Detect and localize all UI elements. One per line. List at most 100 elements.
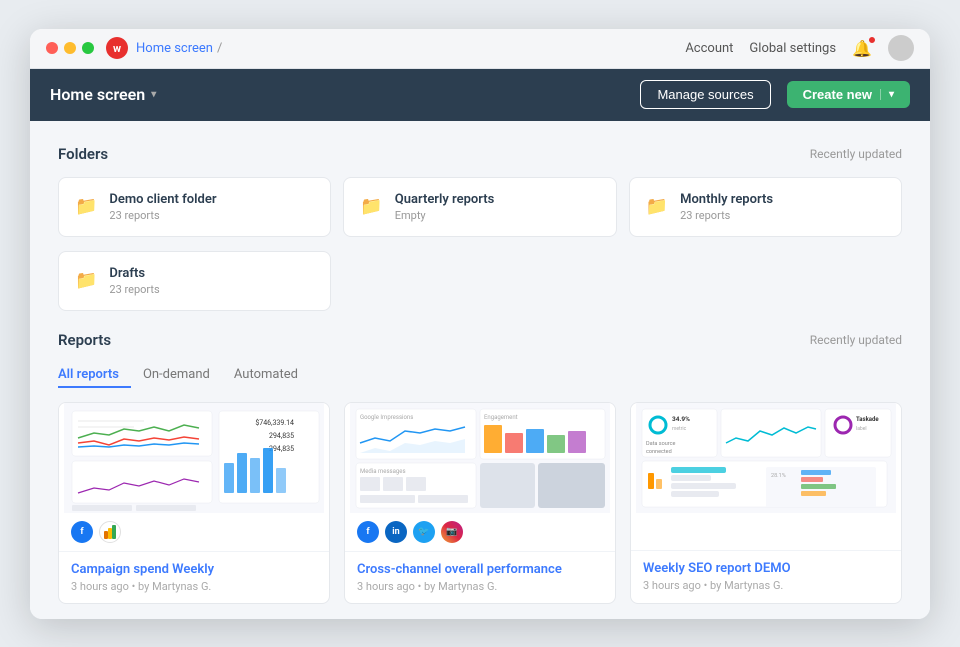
avatar[interactable] — [888, 35, 914, 61]
report-thumbnail-2: Google Impressions Engagement — [345, 403, 615, 513]
report-channel-icons-1: f — [59, 513, 329, 552]
account-link[interactable]: Account — [685, 41, 733, 56]
svg-text:294,835: 294,835 — [269, 432, 294, 440]
folder-name: Quarterly reports — [395, 192, 495, 207]
svg-text:label: label — [856, 426, 867, 432]
app-window: w Home screen / Account Global settings … — [30, 29, 930, 619]
folder-count: 23 reports — [109, 209, 216, 222]
folder-count: 23 reports — [680, 209, 773, 222]
breadcrumb-separator: / — [217, 41, 222, 56]
reports-grid: $746,339.14 294,835 294,835 — [58, 402, 902, 604]
app-header: Home screen ▾ Manage sources Create new … — [30, 69, 930, 121]
nav-right: Account Global settings 🔔 — [685, 35, 914, 61]
svg-text:Engagement: Engagement — [484, 414, 518, 421]
report-campaign-spend[interactable]: $746,339.14 294,835 294,835 — [58, 402, 330, 604]
minimize-button[interactable] — [64, 42, 76, 54]
notifications-icon[interactable]: 🔔 — [852, 39, 872, 58]
folder-monthly-reports[interactable]: 📁 Monthly reports 23 reports — [629, 177, 902, 237]
report-cross-channel[interactable]: Google Impressions Engagement — [344, 402, 616, 604]
instagram-icon: 📷 — [441, 521, 463, 543]
report-meta-1: 3 hours ago • by Martynas G. — [71, 580, 317, 593]
folders-recently-updated: Recently updated — [810, 147, 902, 161]
facebook-icon: f — [71, 521, 93, 543]
svg-text:28.1%: 28.1% — [771, 473, 786, 479]
folder-info: Quarterly reports Empty — [395, 192, 495, 222]
tab-all-reports[interactable]: All reports — [58, 363, 131, 388]
twitter-icon: 🐦 — [413, 521, 435, 543]
empty-slot-2 — [629, 251, 902, 311]
svg-text:Taskade: Taskade — [856, 416, 879, 423]
linkedin-icon: in — [385, 521, 407, 543]
report-thumbnail-1: $746,339.14 294,835 294,835 — [59, 403, 329, 513]
svg-text:Data source: Data source — [646, 441, 675, 447]
report-channel-icons-2: f in 🐦 📷 — [345, 513, 615, 552]
report-info-3: Weekly SEO report DEMO 3 hours ago • by … — [631, 551, 901, 602]
report-title-1: Campaign spend Weekly — [71, 562, 317, 577]
manage-sources-button[interactable]: Manage sources — [640, 80, 770, 109]
folder-icon: 📁 — [646, 196, 668, 217]
folders-title: Folders — [58, 145, 108, 163]
breadcrumb-home[interactable]: Home screen — [136, 41, 213, 56]
report-meta-3: 3 hours ago • by Martynas G. — [643, 579, 889, 592]
address-bar: w Home screen / — [106, 37, 673, 59]
svg-text:$746,339.14: $746,339.14 — [255, 419, 294, 427]
folder-info: Demo client folder 23 reports — [109, 192, 216, 222]
window-controls — [46, 42, 94, 54]
folder-count: 23 reports — [109, 283, 159, 296]
folder-demo-client[interactable]: 📁 Demo client folder 23 reports — [58, 177, 331, 237]
create-new-dropdown-arrow[interactable]: ▾ — [880, 89, 894, 100]
folders-row-2: 📁 Drafts 23 reports — [58, 251, 902, 311]
report-meta-2: 3 hours ago • by Martynas G. — [357, 580, 603, 593]
app-logo: w — [106, 37, 128, 59]
chart-svg-1: $746,339.14 294,835 294,835 — [59, 403, 329, 513]
svg-text:34.9%: 34.9% — [672, 415, 690, 423]
svg-text:metric: metric — [672, 426, 687, 432]
folder-name: Drafts — [109, 266, 159, 281]
close-button[interactable] — [46, 42, 58, 54]
folder-info: Drafts 23 reports — [109, 266, 159, 296]
folder-icon: 📁 — [360, 196, 382, 217]
facebook-icon: f — [357, 521, 379, 543]
tab-on-demand[interactable]: On-demand — [131, 363, 222, 388]
create-new-label: Create new — [803, 87, 872, 102]
browser-bar: w Home screen / Account Global settings … — [30, 29, 930, 69]
folder-count: Empty — [395, 209, 495, 222]
breadcrumb: Home screen / — [136, 41, 222, 56]
create-new-button[interactable]: Create new ▾ — [787, 81, 910, 108]
folders-section-header: Folders Recently updated — [58, 145, 902, 163]
folder-info: Monthly reports 23 reports — [680, 192, 773, 222]
report-weekly-seo[interactable]: 34.9% metric Data source connected Taska… — [630, 402, 902, 604]
report-title-2: Cross-channel overall performance — [357, 562, 603, 577]
reports-title: Reports — [58, 331, 111, 349]
global-settings-link[interactable]: Global settings — [749, 41, 836, 56]
reports-section-header: Reports Recently updated — [58, 331, 902, 349]
svg-text:Media messages: Media messages — [360, 468, 406, 475]
folder-name: Demo client folder — [109, 192, 216, 207]
svg-text:connected: connected — [646, 449, 672, 455]
maximize-button[interactable] — [82, 42, 94, 54]
folder-icon: 📁 — [75, 196, 97, 217]
chart-svg-2: Google Impressions Engagement — [345, 403, 615, 513]
title-dropdown-arrow[interactable]: ▾ — [151, 89, 156, 100]
reports-section: Reports Recently updated All reports On-… — [58, 331, 902, 604]
notification-badge — [868, 36, 876, 44]
empty-slot-1 — [343, 251, 616, 311]
google-analytics-icon — [99, 521, 121, 543]
folder-drafts[interactable]: 📁 Drafts 23 reports — [58, 251, 331, 311]
svg-text:Google Impressions: Google Impressions — [360, 414, 413, 421]
report-channel-icons-3 — [631, 513, 901, 551]
folder-name: Monthly reports — [680, 192, 773, 207]
tab-automated[interactable]: Automated — [222, 363, 310, 388]
folder-quarterly-reports[interactable]: 📁 Quarterly reports Empty — [343, 177, 616, 237]
folders-grid: 📁 Demo client folder 23 reports 📁 Quarte… — [58, 177, 902, 237]
report-info-1: Campaign spend Weekly 3 hours ago • by M… — [59, 552, 329, 603]
folder-icon: 📁 — [75, 270, 97, 291]
reports-tabs: All reports On-demand Automated — [58, 363, 902, 388]
reports-recently-updated: Recently updated — [810, 333, 902, 347]
report-info-2: Cross-channel overall performance 3 hour… — [345, 552, 615, 603]
main-content: Folders Recently updated 📁 Demo client f… — [30, 121, 930, 619]
report-title-3: Weekly SEO report DEMO — [643, 561, 889, 576]
home-screen-title: Home screen — [50, 85, 145, 104]
app-title: Home screen ▾ — [50, 85, 156, 104]
report-thumbnail-3: 34.9% metric Data source connected Taska… — [631, 403, 901, 513]
